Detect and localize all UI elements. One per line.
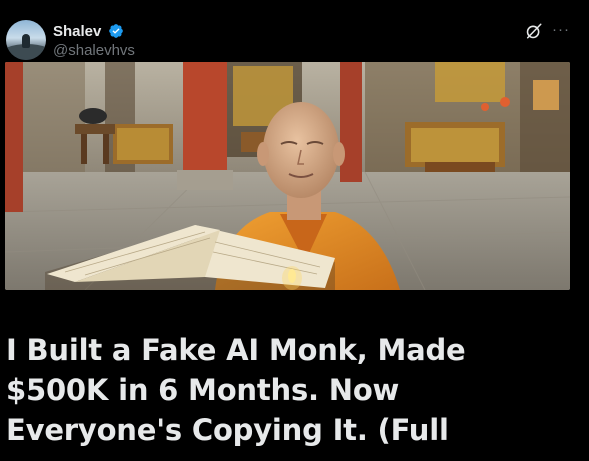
avatar-figure [22,34,30,48]
article-cover-image[interactable] [5,62,570,290]
article-title-line-2: $500K in 6 Months. Now [6,373,400,407]
avatar[interactable] [6,20,46,60]
author-handle[interactable]: @shalevhvs [53,42,135,59]
author-name[interactable]: Shalev [53,23,101,40]
article-title-line-3: Everyone's Copying It. (Full [6,413,449,447]
verified-badge-icon [109,24,123,38]
monk-temple-photo [5,62,570,290]
post-header: Shalev @shalevhvs ··· [0,0,589,62]
article-title[interactable]: I Built a Fake AI Monk, Made $500K in 6 … [6,330,581,450]
grok-slash-icon[interactable] [525,22,543,40]
more-dots-icon[interactable]: ··· [552,20,574,40]
article-title-line-1: I Built a Fake AI Monk, Made [6,333,466,367]
